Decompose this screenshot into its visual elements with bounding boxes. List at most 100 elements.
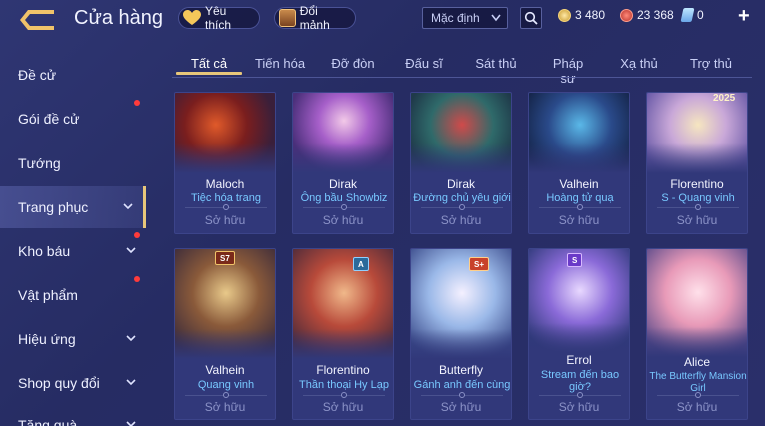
hero-name: Dirak [328, 177, 357, 191]
sidebar-item-featured[interactable]: Đề cử [0, 54, 146, 96]
voucher-amount: 0 [697, 8, 704, 22]
divider-ornament [695, 392, 701, 398]
skin-card[interactable]: S7 Valhein Quang vinh Sở hữu [174, 248, 276, 420]
tab-assassin[interactable]: Sát thủ [474, 56, 518, 71]
divider-ornament [341, 204, 347, 210]
sidebar-item-featured-packs[interactable]: Gói đề cử [0, 98, 146, 140]
divider-ornament [459, 392, 465, 398]
sort-dropdown[interactable]: Mặc định [422, 7, 508, 29]
favorites-label: Yêu thích [205, 4, 232, 32]
heart-icon [183, 10, 201, 26]
hero-name: Florentino [316, 363, 370, 377]
skin-name: Thần thoại Hy Lạp [299, 379, 389, 391]
back-arrow-icon [20, 10, 54, 30]
sidebar-item-skins[interactable]: Trang phục [0, 186, 146, 228]
skin-artwork [175, 249, 275, 359]
chevron-down-icon [126, 335, 136, 342]
skin-card[interactable]: Dirak Ông bầu Showbiz Sở hữu [292, 92, 394, 234]
skin-name: Tiệc hóa trang [191, 192, 261, 204]
ruby-currency: 23 368 [620, 8, 674, 22]
sidebar-item-items[interactable]: Vật phẩm [0, 274, 146, 316]
sidebar-item-label: Hiệu ứng [18, 331, 76, 347]
tab-fighter[interactable]: Đấu sĩ [404, 56, 444, 71]
sidebar-item-label: Tướng [18, 155, 61, 171]
notification-dot [134, 276, 140, 282]
add-currency-button[interactable]: + [738, 5, 750, 28]
chevron-down-icon [123, 203, 133, 210]
skin-card[interactable]: A Florentino Thần thoại Hy Lạp Sở hữu [292, 248, 394, 420]
chevron-down-icon [126, 247, 136, 254]
skin-card[interactable]: Dirak Đường chủ yêu giới Sở hữu [410, 92, 512, 234]
chevron-down-icon [126, 379, 136, 386]
exchange-fragments-button[interactable]: Đổi mảnh [274, 4, 356, 32]
tab-mage[interactable]: Pháp sư [544, 56, 592, 86]
sidebar-item-exchange-shop[interactable]: Shop quy đổi [0, 362, 146, 404]
hero-name: Valhein [205, 363, 245, 377]
divider-ornament [223, 204, 229, 210]
divider [172, 77, 752, 78]
gold-currency: 3 480 [558, 8, 605, 22]
voucher-icon [680, 8, 695, 22]
search-button[interactable] [520, 7, 542, 29]
owned-status: Sở hữu [204, 400, 246, 414]
tab-all[interactable]: Tất cả [188, 56, 230, 71]
back-button[interactable] [14, 6, 60, 34]
hero-name: Florentino [670, 177, 724, 191]
sidebar-item-heroes[interactable]: Tướng [0, 142, 146, 184]
skin-name: Hoàng tử quạ [546, 192, 614, 204]
sidebar-item-label: Shop quy đổi [18, 375, 100, 391]
tab-tank[interactable]: Đỡ đòn [330, 56, 376, 71]
hero-name: Dirak [446, 177, 475, 191]
skin-name: Gánh anh đến cùng [413, 379, 511, 391]
tab-marksman[interactable]: Xạ thủ [620, 56, 658, 71]
skin-card[interactable]: S Errol Stream đến bao giờ? Sở hữu [528, 248, 630, 420]
skin-card[interactable]: 2025 Florentino S - Quang vinh Sở hữu [646, 92, 748, 234]
skin-artwork [529, 93, 629, 173]
sidebar-item-effects[interactable]: Hiệu ứng [0, 318, 146, 360]
top-bar: Cửa hàng Yêu thích Đổi mảnh Mặc định 3 4… [0, 0, 765, 40]
hero-name: Alice [683, 355, 710, 369]
owned-status: Sở hữu [676, 213, 718, 227]
sort-selected-value: Mặc định [431, 11, 480, 25]
search-icon [524, 11, 538, 25]
tier-badge: S+ [469, 257, 490, 271]
chevron-down-icon [491, 14, 501, 22]
skin-card[interactable]: Valhein Hoàng tử quạ Sở hữu [528, 92, 630, 234]
owned-status: Sở hữu [440, 213, 482, 227]
hero-name: Errol [566, 353, 592, 367]
chest-icon [279, 9, 296, 27]
notification-dot [134, 100, 140, 106]
owned-status: Sở hữu [558, 400, 600, 414]
sidebar-item-label: Gói đề cử [18, 111, 80, 127]
owned-status: Sở hữu [676, 400, 718, 414]
voucher-currency: 0 [680, 8, 704, 22]
hero-name: Butterfly [438, 363, 483, 377]
skin-name: Quang vinh [197, 379, 255, 391]
sidebar-item-gifts[interactable]: Tặng quà [0, 404, 146, 426]
chevron-down-icon [126, 421, 136, 426]
active-tab-indicator [176, 72, 242, 75]
owned-status: Sở hữu [322, 213, 364, 227]
sidebar-item-label: Kho báu [18, 243, 71, 259]
ruby-amount: 23 368 [637, 8, 674, 22]
skin-name: Ông bầu Showbiz [300, 192, 388, 204]
divider-ornament [223, 392, 229, 398]
category-tabs: Tất cả Tiến hóa Đỡ đòn Đấu sĩ Sát thủ Ph… [172, 52, 752, 86]
skin-name: S - Quang vinh [661, 192, 735, 204]
sidebar: Đề cử Gói đề cử Tướng Trang phục Kho báu… [0, 52, 146, 426]
favorites-button[interactable]: Yêu thích [178, 4, 260, 32]
skin-artwork [647, 249, 747, 357]
sidebar-item-label: Trang phục [18, 199, 89, 215]
skin-card[interactable]: Maloch Tiệc hóa trang Sở hữu [174, 92, 276, 234]
owned-status: Sở hữu [558, 213, 600, 227]
gold-amount: 3 480 [575, 8, 606, 22]
divider-ornament [341, 392, 347, 398]
hero-name: Maloch [205, 177, 245, 191]
tier-badge: A [353, 257, 369, 271]
tab-support[interactable]: Trợ thủ [688, 56, 734, 71]
sidebar-item-treasure[interactable]: Kho báu [0, 230, 146, 272]
skin-card[interactable]: Alice The Butterfly Mansion Girl Sở hữu [646, 248, 748, 420]
tab-evolution[interactable]: Tiến hóa [254, 56, 306, 71]
skin-card[interactable]: S+ Butterfly Gánh anh đến cùng Sở hữu [410, 248, 512, 420]
page-title: Cửa hàng [74, 7, 164, 29]
